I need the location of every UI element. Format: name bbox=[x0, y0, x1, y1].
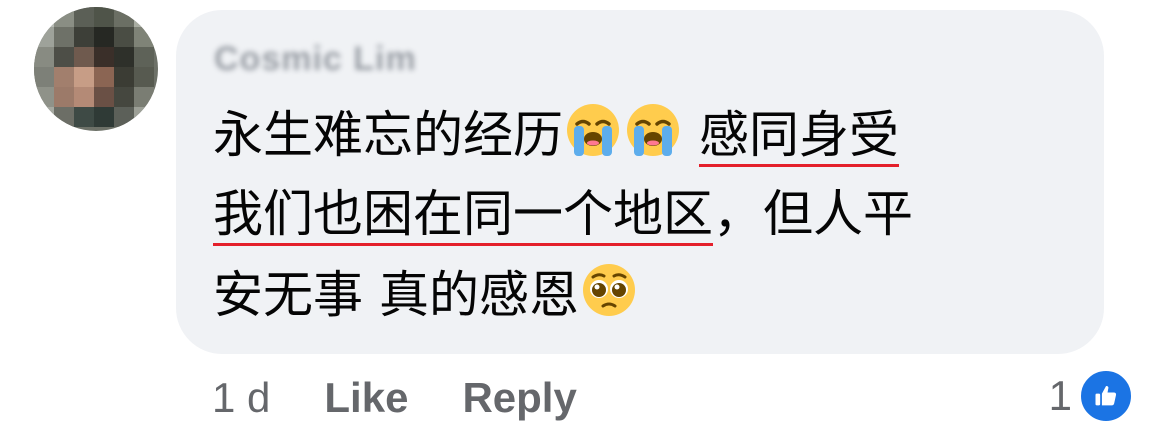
comment-line-2: 我们也困在同一个地区，但人平 bbox=[213, 182, 913, 246]
loudly-crying-face-emoji bbox=[565, 102, 621, 158]
avatar[interactable] bbox=[34, 7, 158, 131]
comment-text: 永生难忘的经历 bbox=[213, 106, 563, 164]
reaction-summary[interactable]: 1 bbox=[1049, 368, 1134, 424]
comment-actions: 1 d Like Reply bbox=[212, 370, 631, 426]
underlined-text: 感同身受 bbox=[699, 106, 899, 167]
comment-line-3: 安无事 真的感恩 bbox=[213, 262, 639, 326]
pleading-face-emoji bbox=[581, 262, 637, 318]
reaction-count: 1 bbox=[1048, 372, 1072, 419]
comment-bubble: Cosmic Lim 永生难忘的经历 感同身受 我们也困在同一个地区，但人平 安… bbox=[176, 10, 1104, 354]
like-thumb-icon bbox=[1078, 368, 1134, 424]
comment-text: ，但人平 bbox=[713, 185, 913, 243]
comment-text: 真的感恩 bbox=[379, 266, 579, 324]
like-button[interactable]: Like bbox=[324, 374, 408, 422]
comment-author-name[interactable]: Cosmic Lim bbox=[214, 40, 417, 79]
comment-text: 安无事 bbox=[213, 266, 363, 324]
underlined-text: 我们也困在同一个地区 bbox=[213, 185, 713, 246]
loudly-crying-face-emoji bbox=[625, 102, 681, 158]
reply-button[interactable]: Reply bbox=[462, 374, 576, 422]
comment-timestamp[interactable]: 1 d bbox=[212, 374, 270, 422]
comment-line-1: 永生难忘的经历 感同身受 bbox=[213, 102, 899, 167]
